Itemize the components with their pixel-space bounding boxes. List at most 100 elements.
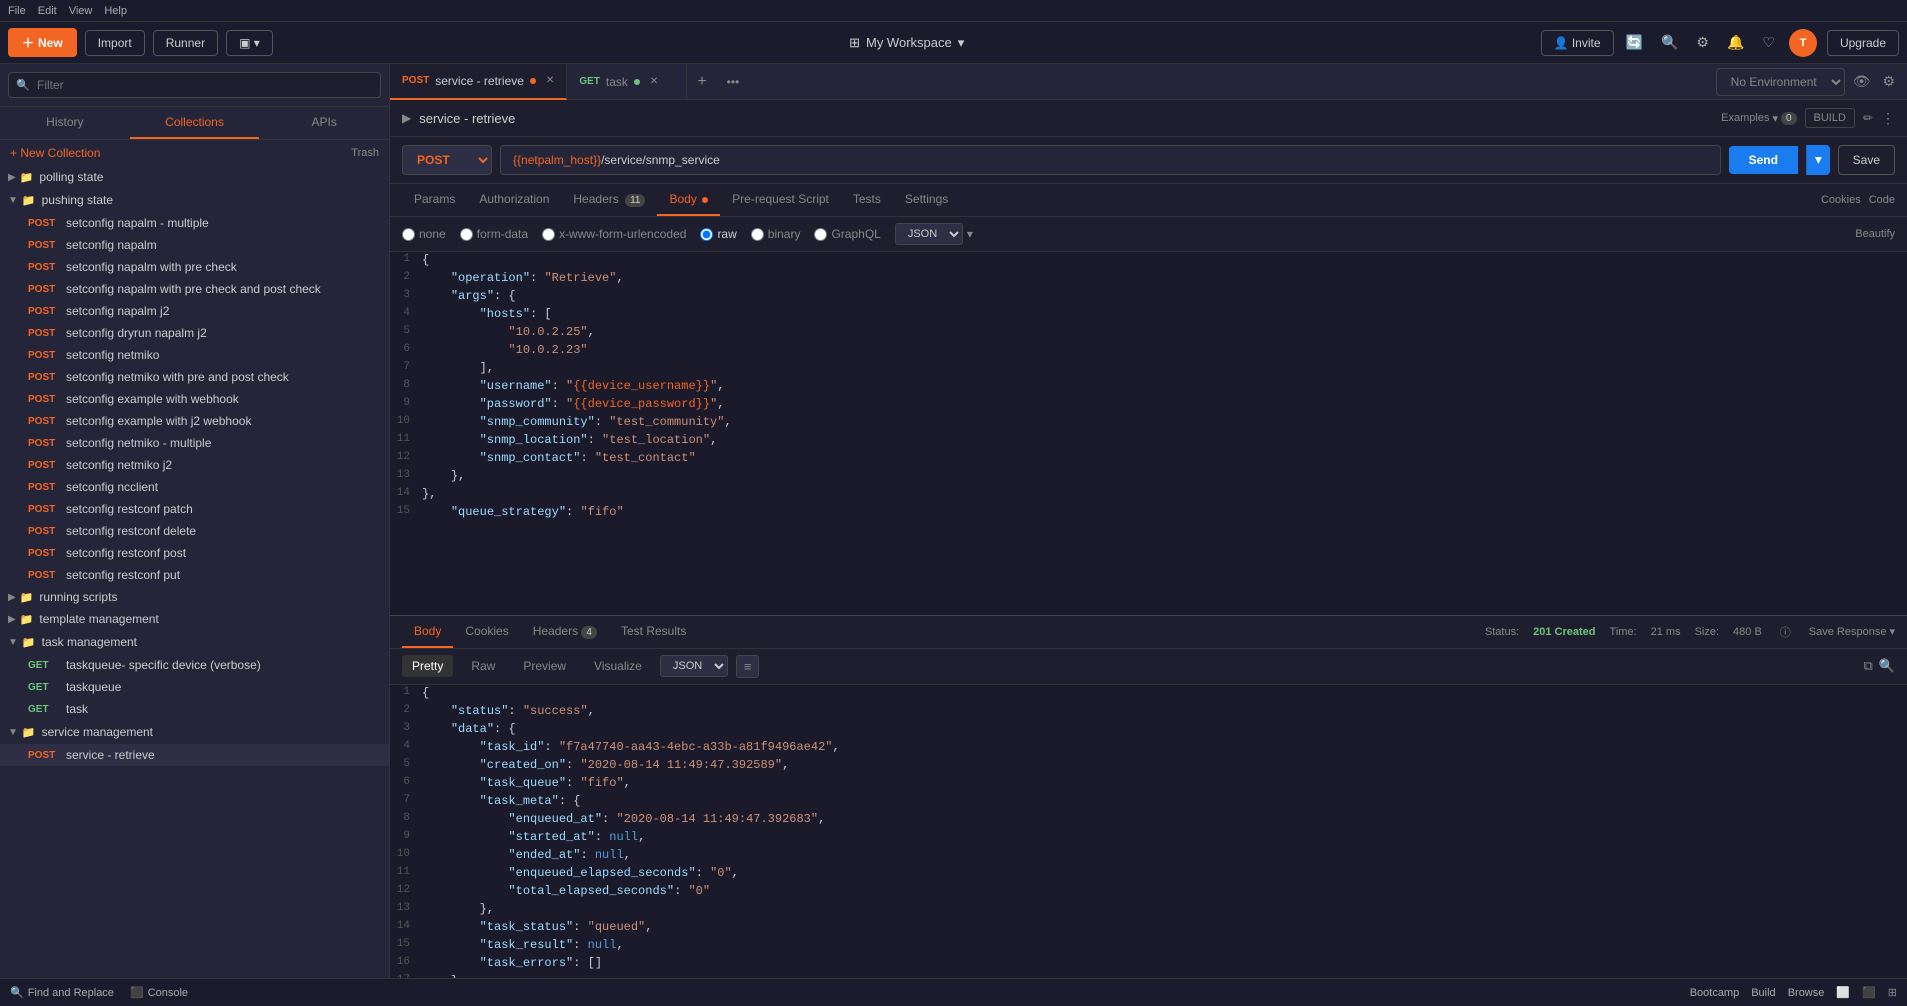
list-item[interactable]: POST setconfig example with webhook — [0, 388, 389, 410]
close-tab-icon[interactable]: ✕ — [650, 76, 658, 87]
upgrade-button[interactable]: Upgrade — [1827, 30, 1899, 56]
binary-radio[interactable]: binary — [751, 227, 801, 241]
response-headers-tab[interactable]: Headers 4 — [521, 616, 609, 648]
settings-icon-button[interactable]: ⚙ — [1692, 30, 1713, 55]
collection-header-template-management[interactable]: ▶ 📁 template management — [0, 608, 389, 630]
list-item[interactable]: POST setconfig restconf delete — [0, 520, 389, 542]
list-item[interactable]: POST setconfig restconf patch — [0, 498, 389, 520]
headers-tab[interactable]: Headers 11 — [561, 184, 657, 216]
collection-header-polling-state[interactable]: ▶ 📁 polling state — [0, 166, 389, 188]
send-dropdown-button[interactable]: ▾ — [1806, 145, 1830, 175]
list-item[interactable]: POST setconfig restconf put — [0, 564, 389, 586]
settings-tab[interactable]: Settings — [893, 184, 960, 216]
cookies-button[interactable]: Cookies — [1821, 194, 1861, 206]
import-button[interactable]: Import — [85, 30, 145, 56]
list-item[interactable]: GET taskqueue — [0, 676, 389, 698]
urlencoded-radio[interactable]: x-www-form-urlencoded — [542, 227, 686, 241]
visualize-tab[interactable]: Visualize — [584, 655, 652, 677]
pretty-tab[interactable]: Pretty — [402, 655, 453, 677]
list-item[interactable]: POST setconfig napalm j2 — [0, 300, 389, 322]
list-item[interactable]: POST setconfig dryrun napalm j2 — [0, 322, 389, 344]
bootcamp-button[interactable]: Bootcamp — [1690, 987, 1740, 999]
notifications-icon-button[interactable]: 🔔 — [1723, 30, 1748, 55]
method-select[interactable]: POST GET PUT DELETE PATCH — [402, 145, 492, 175]
info-icon[interactable]: ⓘ — [1776, 624, 1795, 640]
format-select[interactable]: JSON — [895, 223, 963, 245]
layout-icon-2[interactable]: ⬛ — [1862, 986, 1876, 999]
invite-button[interactable]: 👤 Invite — [1541, 30, 1614, 56]
filter-button[interactable]: ≡ — [736, 655, 760, 678]
collection-header-pushing-state[interactable]: ▼ 📁 pushing state ••• — [0, 188, 389, 212]
list-item[interactable]: POST setconfig napalm — [0, 234, 389, 256]
tab-apis[interactable]: APIs — [259, 107, 389, 139]
list-item[interactable]: POST setconfig netmiko — [0, 344, 389, 366]
more-icon-button[interactable]: ⋮ — [1881, 110, 1895, 127]
copy-button[interactable]: ⧉ — [1864, 658, 1873, 674]
params-tab[interactable]: Params — [402, 184, 467, 216]
save-response-button[interactable]: Save Response ▾ — [1809, 625, 1895, 638]
beautify-button[interactable]: Beautify — [1855, 228, 1895, 240]
collection-header-running-scripts[interactable]: ▶ 📁 running scripts — [0, 586, 389, 608]
list-item[interactable]: POST setconfig netmiko with pre and post… — [0, 366, 389, 388]
trash-button[interactable]: Trash — [351, 147, 379, 159]
menu-edit[interactable]: Edit — [38, 5, 57, 17]
build-button[interactable]: BUILD — [1805, 108, 1855, 128]
tab-service-retrieve[interactable]: POST service - retrieve ✕ — [390, 64, 567, 100]
collection-runner-button[interactable]: ▣ ▾ — [226, 30, 273, 56]
workspace-selector[interactable]: ⊞ My Workspace ▾ — [281, 35, 1533, 51]
list-item[interactable]: POST setconfig netmiko - multiple — [0, 432, 389, 454]
send-button[interactable]: Send — [1729, 146, 1798, 174]
raw-tab[interactable]: Raw — [461, 655, 505, 677]
environment-select[interactable]: No Environment — [1716, 68, 1845, 96]
list-item[interactable]: POST setconfig example with j2 webhook — [0, 410, 389, 432]
list-item-active[interactable]: POST service - retrieve — [0, 744, 389, 766]
menu-file[interactable]: File — [8, 5, 26, 17]
save-button[interactable]: Save — [1838, 145, 1895, 175]
heart-icon-button[interactable]: ♡ — [1758, 30, 1779, 55]
authorization-tab[interactable]: Authorization — [467, 184, 561, 216]
env-eye-button[interactable]: 👁 — [1849, 69, 1875, 94]
avatar[interactable]: T — [1789, 29, 1817, 57]
tabs-more-button[interactable]: ••• — [717, 75, 750, 89]
code-button[interactable]: Code — [1869, 194, 1895, 206]
collection-header-task-management[interactable]: ▼ 📁 task management ••• — [0, 630, 389, 654]
edit-icon-button[interactable]: ✏ — [1863, 111, 1873, 125]
console-button[interactable]: ⬛ Console — [130, 986, 188, 999]
list-item[interactable]: GET task — [0, 698, 389, 720]
pre-request-script-tab[interactable]: Pre-request Script — [720, 184, 841, 216]
close-tab-icon[interactable]: ✕ — [546, 75, 554, 86]
list-item[interactable]: POST setconfig napalm with pre check and… — [0, 278, 389, 300]
layout-icon-3[interactable]: ⊞ — [1888, 986, 1897, 999]
graphql-radio[interactable]: GraphQL — [814, 227, 880, 241]
body-tab[interactable]: Body — [657, 184, 720, 216]
list-item[interactable]: POST setconfig napalm with pre check — [0, 256, 389, 278]
browse-bottom-button[interactable]: Browse — [1788, 987, 1825, 999]
env-gear-button[interactable]: ⚙ — [1878, 69, 1899, 94]
list-item[interactable]: POST setconfig napalm - multiple — [0, 212, 389, 234]
tab-history[interactable]: History — [0, 107, 130, 139]
response-body-editor[interactable]: 1{ 2 "status": "success", 3 "data": { 4 … — [390, 685, 1907, 979]
runner-button[interactable]: Runner — [153, 30, 218, 56]
layout-icon-1[interactable]: ⬜ — [1836, 986, 1850, 999]
build-bottom-button[interactable]: Build — [1751, 987, 1775, 999]
response-test-results-tab[interactable]: Test Results — [609, 616, 698, 648]
response-cookies-tab[interactable]: Cookies — [453, 616, 520, 648]
tests-tab[interactable]: Tests — [841, 184, 893, 216]
sync-icon-button[interactable]: 🔄 — [1622, 30, 1647, 55]
new-collection-bar[interactable]: + New Collection Trash — [0, 140, 389, 166]
response-format-select[interactable]: JSON — [660, 655, 728, 677]
menu-view[interactable]: View — [69, 5, 93, 17]
none-radio[interactable]: none — [402, 227, 446, 241]
collection-header-service-management[interactable]: ▼ 📁 service management ••• — [0, 720, 389, 744]
collapse-arrow-icon[interactable]: ▶ — [402, 111, 411, 125]
list-item[interactable]: POST setconfig ncclient — [0, 476, 389, 498]
menu-help[interactable]: Help — [104, 5, 127, 17]
search-icon-button[interactable]: 🔍 — [1657, 30, 1682, 55]
list-item[interactable]: POST setconfig restconf post — [0, 542, 389, 564]
examples-button[interactable]: Examples ▾ 0 — [1721, 112, 1796, 125]
search-button[interactable]: 🔍 — [1879, 658, 1895, 674]
response-body-tab[interactable]: Body — [402, 616, 453, 648]
preview-tab[interactable]: Preview — [513, 655, 576, 677]
tab-collections[interactable]: Collections — [130, 107, 260, 139]
url-input-display[interactable]: {{netpalm_host}} /service/snmp_service — [500, 145, 1721, 175]
